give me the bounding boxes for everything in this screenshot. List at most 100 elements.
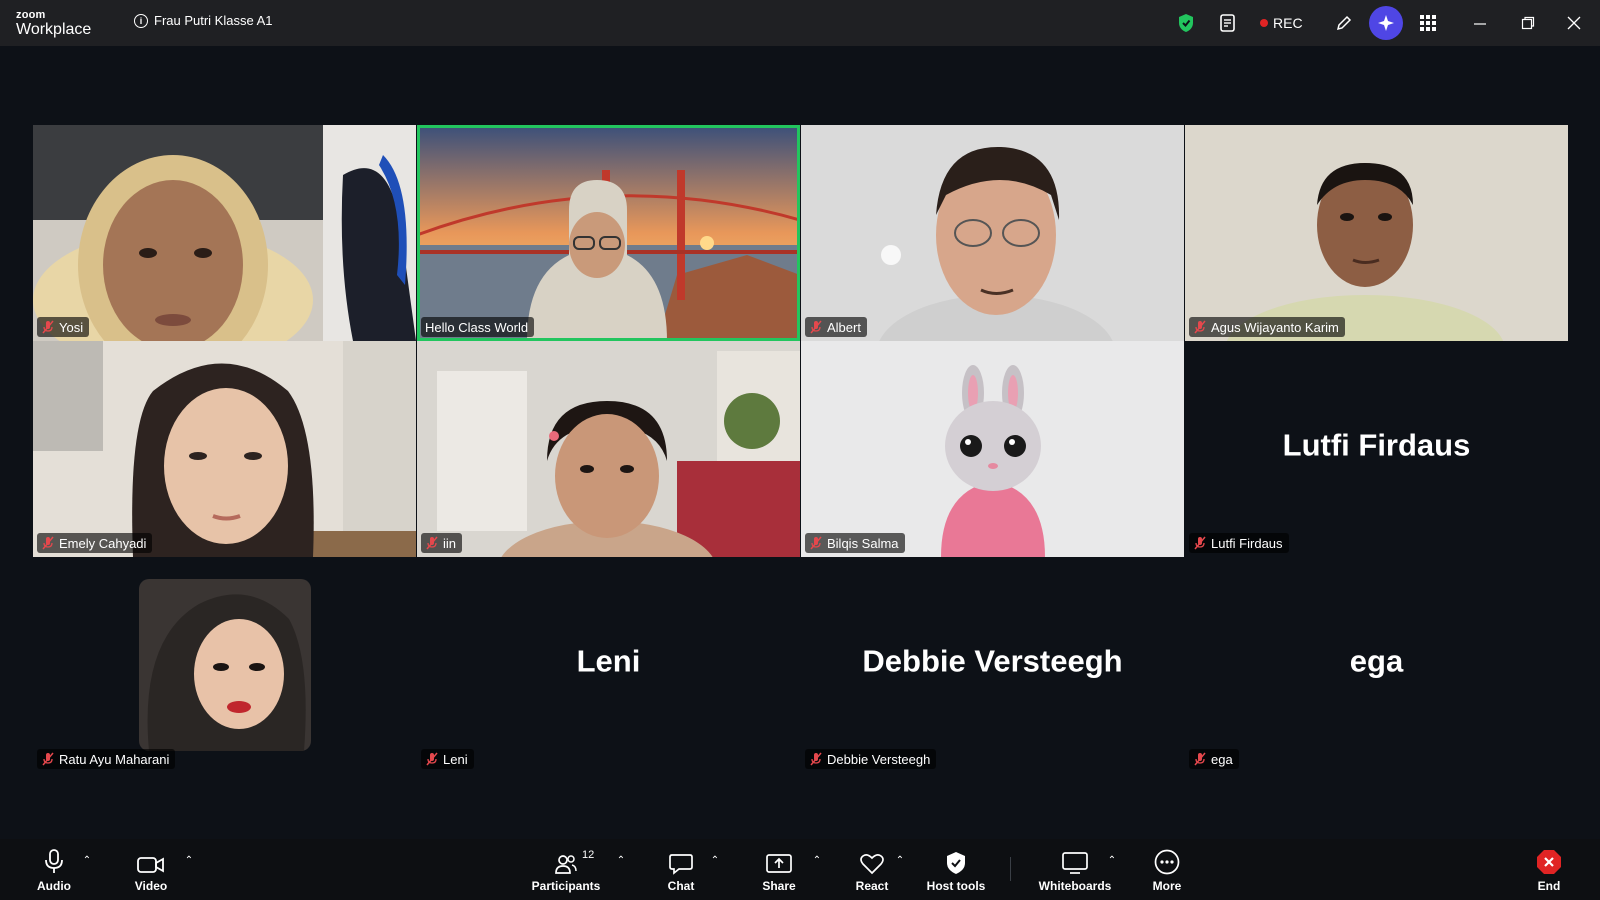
participants-label: Participants — [531, 879, 601, 893]
host-tools-label: Host tools — [926, 879, 986, 893]
mic-muted-icon — [41, 320, 55, 334]
more-label: More — [1152, 879, 1182, 893]
share-button[interactable]: Share — [734, 847, 824, 893]
video-options-chevron-icon[interactable]: ⌃ — [183, 855, 195, 866]
video-label: Video — [134, 879, 168, 893]
shield-host-icon — [945, 847, 967, 875]
more-icon — [1154, 847, 1180, 875]
participant-nameplate: Leni — [421, 749, 474, 769]
video-tile-agus[interactable]: Agus Wijayanto Karim — [1185, 125, 1568, 341]
video-feed — [417, 125, 800, 341]
chat-options-chevron-icon[interactable]: ⌃ — [709, 855, 721, 866]
record-dot-icon — [1260, 19, 1268, 27]
encryption-shield-icon[interactable] — [1176, 11, 1196, 35]
video-tile-ratu[interactable]: Ratu Ayu Maharani — [33, 557, 416, 773]
whiteboards-options-chevron-icon[interactable]: ⌃ — [1106, 855, 1118, 866]
participant-name: Lutfi Firdaus — [1211, 535, 1283, 551]
participant-display-name: Debbie Versteegh — [862, 643, 1123, 679]
end-meeting-button[interactable]: End — [1504, 847, 1594, 893]
close-icon[interactable] — [1562, 11, 1586, 35]
meeting-controls-bar: Audio ⌃ Video ⌃ 12 Participants ⌃ Chat ⌃… — [0, 839, 1600, 900]
participant-nameplate: Emely Cahyadi — [37, 533, 153, 553]
participant-nameplate: ega — [1189, 749, 1239, 769]
video-tile-yosi[interactable]: Yosi — [33, 125, 416, 341]
pencil-icon[interactable] — [1332, 11, 1356, 35]
minimize-icon[interactable] — [1468, 11, 1492, 35]
react-label: React — [855, 879, 889, 893]
video-tile-lutfi[interactable]: Lutfi Firdaus Lutfi Firdaus — [1185, 341, 1568, 557]
whiteboards-button[interactable]: Whiteboards — [1030, 847, 1120, 893]
info-icon: i — [134, 13, 148, 28]
participant-nameplate: Agus Wijayanto Karim — [1189, 317, 1345, 337]
host-tools-button[interactable]: Host tools — [911, 847, 1001, 893]
recording-indicator[interactable]: REC — [1260, 11, 1310, 35]
toolbar-divider — [1010, 857, 1011, 881]
participant-nameplate: Yosi — [37, 317, 90, 337]
mic-muted-icon — [1193, 752, 1207, 766]
participant-name: Debbie Versteegh — [827, 751, 931, 767]
video-tile-ega[interactable]: ega ega — [1185, 557, 1568, 773]
apps-grid-icon[interactable] — [1416, 11, 1440, 35]
ai-companion-icon[interactable] — [1369, 6, 1403, 40]
participant-name: Agus Wijayanto Karim — [1211, 319, 1339, 335]
share-options-chevron-icon[interactable]: ⌃ — [811, 855, 823, 866]
video-tile-albert[interactable]: Albert — [801, 125, 1184, 341]
video-feed — [801, 125, 1184, 341]
participant-name: Yosi — [59, 319, 84, 335]
participant-display-name: Leni — [576, 643, 641, 679]
whiteboards-label: Whiteboards — [1038, 879, 1112, 893]
title-bar: zoom Workplace i Frau Putri Klasse A1 RE… — [0, 0, 1600, 46]
mic-muted-icon — [1193, 536, 1207, 550]
participant-nameplate: Ratu Ayu Maharani — [37, 749, 176, 769]
participant-nameplate: Hello Class World — [421, 317, 535, 337]
video-feed — [417, 341, 800, 557]
video-tile-bilqis[interactable]: Bilqis Salma — [801, 341, 1184, 557]
restore-icon[interactable] — [1516, 11, 1540, 35]
video-tile-emely[interactable]: Emely Cahyadi — [33, 341, 416, 557]
participant-name: Bilqis Salma — [827, 535, 899, 551]
end-icon — [1536, 847, 1562, 875]
video-tile-debbie[interactable]: Debbie Versteegh Debbie Versteegh — [801, 557, 1184, 773]
audio-options-chevron-icon[interactable]: ⌃ — [81, 855, 93, 866]
participant-name: Emely Cahyadi — [59, 535, 147, 551]
participant-name: Ratu Ayu Maharani — [59, 751, 170, 767]
mic-muted-icon — [41, 536, 55, 550]
video-feed — [801, 341, 1184, 557]
participant-name: Hello Class World — [425, 319, 529, 335]
audio-button[interactable]: Audio — [9, 847, 99, 893]
end-label: End — [1537, 879, 1561, 893]
mic-muted-icon — [425, 752, 439, 766]
video-feed — [33, 341, 416, 557]
video-tile-leni[interactable]: Leni Leni — [417, 557, 800, 773]
zoom-workplace-logo: zoom Workplace — [16, 9, 92, 39]
participant-name: ega — [1211, 751, 1233, 767]
mic-muted-icon — [809, 752, 823, 766]
react-button[interactable]: React — [827, 847, 917, 893]
meeting-info-button[interactable]: i Frau Putri Klasse A1 — [134, 13, 273, 28]
mic-icon — [43, 847, 65, 875]
whiteboard-icon — [1061, 847, 1089, 875]
rec-label: REC — [1273, 15, 1303, 31]
chat-button[interactable]: Chat — [636, 847, 726, 893]
mic-muted-icon — [809, 536, 823, 550]
participant-nameplate: Bilqis Salma — [805, 533, 905, 553]
mic-muted-icon — [425, 536, 439, 550]
participant-display-name: Lutfi Firdaus — [1282, 427, 1471, 463]
video-tile-iin[interactable]: iin — [417, 341, 800, 557]
more-button[interactable]: More — [1122, 847, 1212, 893]
participant-nameplate: iin — [421, 533, 463, 553]
react-options-chevron-icon[interactable]: ⌃ — [894, 855, 906, 866]
participants-button[interactable]: 12 Participants — [521, 847, 611, 893]
video-button[interactable]: Video — [106, 847, 196, 893]
video-feed — [33, 125, 416, 341]
meeting-title: Frau Putri Klasse A1 — [154, 13, 273, 28]
heart-icon — [859, 847, 885, 875]
mic-muted-icon — [809, 320, 823, 334]
video-tile-hello-class-world[interactable]: Hello Class World — [417, 125, 800, 341]
participant-nameplate: Lutfi Firdaus — [1189, 533, 1289, 553]
notes-icon[interactable] — [1216, 11, 1240, 35]
participants-options-chevron-icon[interactable]: ⌃ — [615, 855, 627, 866]
participant-name: Leni — [443, 751, 468, 767]
participant-display-name: ega — [1349, 643, 1404, 679]
participant-name: Albert — [827, 319, 861, 335]
